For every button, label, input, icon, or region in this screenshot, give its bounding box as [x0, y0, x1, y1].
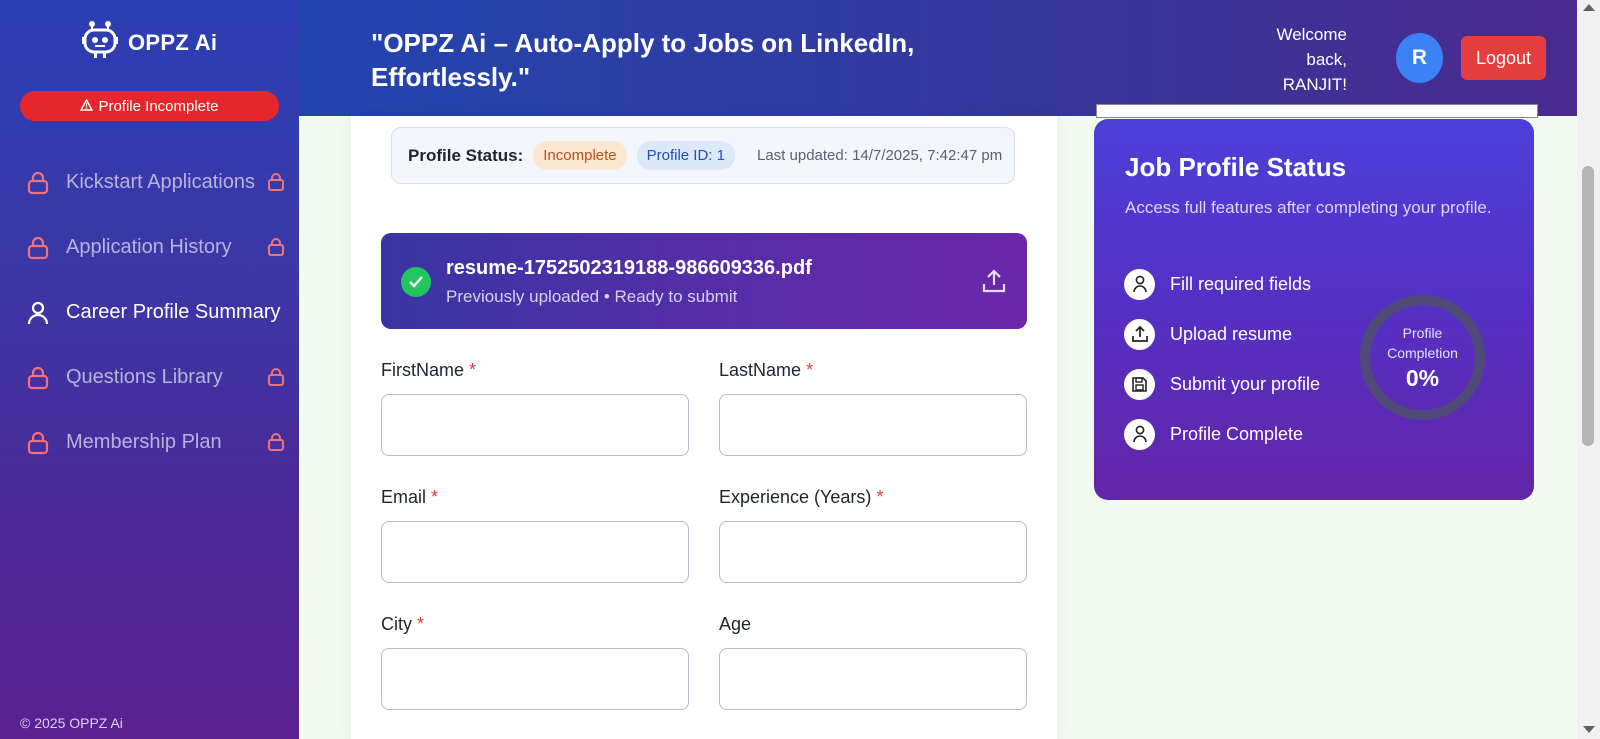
- check-icon: [401, 267, 431, 297]
- sidebar-item-membership-plan[interactable]: Membership Plan: [0, 410, 299, 475]
- experience-field: Experience (Years) *: [719, 487, 1027, 583]
- completion-label: Profile Completion: [1387, 325, 1458, 361]
- warning-icon: [80, 98, 94, 115]
- profile-warning-text: Profile Incomplete: [98, 97, 219, 115]
- header-tagline: "OPPZ Ai – Auto-Apply to Jobs on LinkedI…: [371, 28, 915, 92]
- age-field: Age: [719, 614, 1027, 710]
- step-submit-profile: Submit your profile: [1124, 359, 1320, 409]
- field-label: Email *: [381, 487, 689, 515]
- first-name-field: FirstName *: [381, 360, 689, 456]
- lock-icon: [26, 431, 50, 455]
- experience-input[interactable]: [719, 521, 1027, 583]
- profile-steps: Fill required fields Upload resume Submi…: [1124, 259, 1320, 459]
- last-name-field: LastName *: [719, 360, 1027, 456]
- sidebar-item-label: Kickstart Applications: [66, 171, 255, 193]
- field-label-text: City: [381, 614, 412, 634]
- step-label: Profile Complete: [1170, 423, 1304, 444]
- logout-button[interactable]: Logout: [1461, 36, 1546, 80]
- job-profile-status-card: Job Profile Status Access full features …: [1094, 119, 1534, 500]
- app-name: OPPZ Ai: [128, 29, 218, 55]
- step-profile-complete: Profile Complete: [1124, 409, 1320, 459]
- field-label: Age: [719, 614, 1027, 642]
- sidebar-item-label: Career Profile Summary: [66, 301, 281, 323]
- save-icon: [1124, 368, 1155, 400]
- field-label: FirstName *: [381, 360, 689, 388]
- sidebar-item-questions-library[interactable]: Questions Library: [0, 345, 299, 410]
- required-marker: *: [431, 487, 439, 507]
- resume-upload-panel: resume-1752502319188-986609336.pdf Previ…: [381, 233, 1027, 329]
- field-label-text: Experience (Years): [719, 487, 872, 507]
- email-field: Email *: [381, 487, 689, 583]
- lock-icon: [267, 367, 285, 392]
- user-icon: [1124, 268, 1155, 300]
- city-field: City *: [381, 614, 689, 710]
- required-marker: *: [417, 614, 425, 634]
- user-icon: [1124, 418, 1155, 450]
- lock-icon: [26, 171, 50, 195]
- required-marker: *: [876, 487, 884, 507]
- profile-status-bar: Profile Status: Incomplete Profile ID: 1…: [391, 127, 1015, 184]
- scroll-down-arrow-icon[interactable]: [1583, 726, 1595, 733]
- completion-value: 0%: [1405, 365, 1440, 391]
- field-label: City *: [381, 614, 689, 642]
- career-profile-form: Profile Status: Incomplete Profile ID: 1…: [351, 116, 1057, 739]
- avatar[interactable]: R: [1396, 33, 1443, 83]
- field-label-text: FirstName: [381, 360, 465, 380]
- sidebar-item-label: Questions Library: [66, 366, 223, 388]
- profile-incomplete-badge: Profile Incomplete: [20, 91, 279, 121]
- field-label: LastName *: [719, 360, 1027, 388]
- upload-icon[interactable]: [981, 268, 1007, 299]
- profile-id-badge: Profile ID: 1: [636, 141, 735, 170]
- user-icon: [26, 301, 50, 325]
- lock-icon: [267, 237, 285, 262]
- robot-icon: [82, 20, 118, 65]
- sidebar: OPPZ Ai Profile Incomplete Kickstart App…: [0, 0, 299, 739]
- sidebar-item-label: Membership Plan: [66, 431, 222, 453]
- upload-icon: [1124, 318, 1155, 350]
- last-name-input[interactable]: [719, 394, 1027, 456]
- required-marker: *: [469, 360, 477, 380]
- page-scrollbar[interactable]: [1577, 0, 1600, 739]
- lock-icon: [267, 432, 285, 457]
- field-label: Experience (Years) *: [719, 487, 1027, 515]
- lock-icon: [26, 236, 50, 260]
- scroll-up-arrow-icon[interactable]: [1583, 4, 1595, 11]
- step-fill-required-fields: Fill required fields: [1124, 259, 1320, 309]
- age-input[interactable]: [719, 648, 1027, 710]
- step-label: Upload resume: [1170, 323, 1293, 344]
- hidden-panel-edge: [1096, 104, 1538, 118]
- job-status-title: Job Profile Status: [1125, 152, 1347, 182]
- lock-icon: [26, 366, 50, 390]
- last-updated-text: Last updated: 14/7/2025, 7:42:47 pm: [757, 147, 1003, 164]
- step-upload-resume: Upload resume: [1124, 309, 1320, 359]
- app-logo[interactable]: OPPZ Ai: [82, 20, 217, 65]
- profile-completion-ring: Profile Completion 0%: [1360, 295, 1485, 420]
- sidebar-nav: Kickstart Applications Application Histo…: [0, 150, 299, 475]
- email-input[interactable]: [381, 521, 689, 583]
- field-label-text: Age: [719, 614, 752, 634]
- welcome-text: Welcome back, RANJIT!: [1276, 25, 1347, 94]
- lock-icon: [267, 172, 285, 197]
- field-label-text: Email: [381, 487, 427, 507]
- sidebar-item-kickstart-applications[interactable]: Kickstart Applications: [0, 150, 299, 215]
- step-label: Submit your profile: [1170, 373, 1321, 394]
- sidebar-item-label: Application History: [66, 236, 232, 258]
- status-badge: Incomplete: [533, 141, 627, 170]
- scrollbar-thumb[interactable]: [1582, 166, 1594, 446]
- first-name-input[interactable]: [381, 394, 689, 456]
- field-label-text: LastName: [719, 360, 802, 380]
- sidebar-item-career-profile-summary[interactable]: Career Profile Summary: [0, 280, 299, 345]
- job-status-subtitle: Access full features after completing yo…: [1125, 198, 1492, 217]
- required-marker: *: [806, 360, 814, 380]
- resume-filename: resume-1752502319188-986609336.pdf: [446, 257, 812, 279]
- top-header: "OPPZ Ai – Auto-Apply to Jobs on LinkedI…: [299, 0, 1577, 116]
- resume-subtitle: Previously uploaded • Ready to submit: [446, 287, 738, 306]
- city-input[interactable]: [381, 648, 689, 710]
- profile-status-label: Profile Status:: [408, 145, 524, 165]
- sidebar-item-application-history[interactable]: Application History: [0, 215, 299, 280]
- copyright-text: © 2025 OPPZ Ai: [20, 715, 123, 731]
- step-label: Fill required fields: [1170, 273, 1312, 294]
